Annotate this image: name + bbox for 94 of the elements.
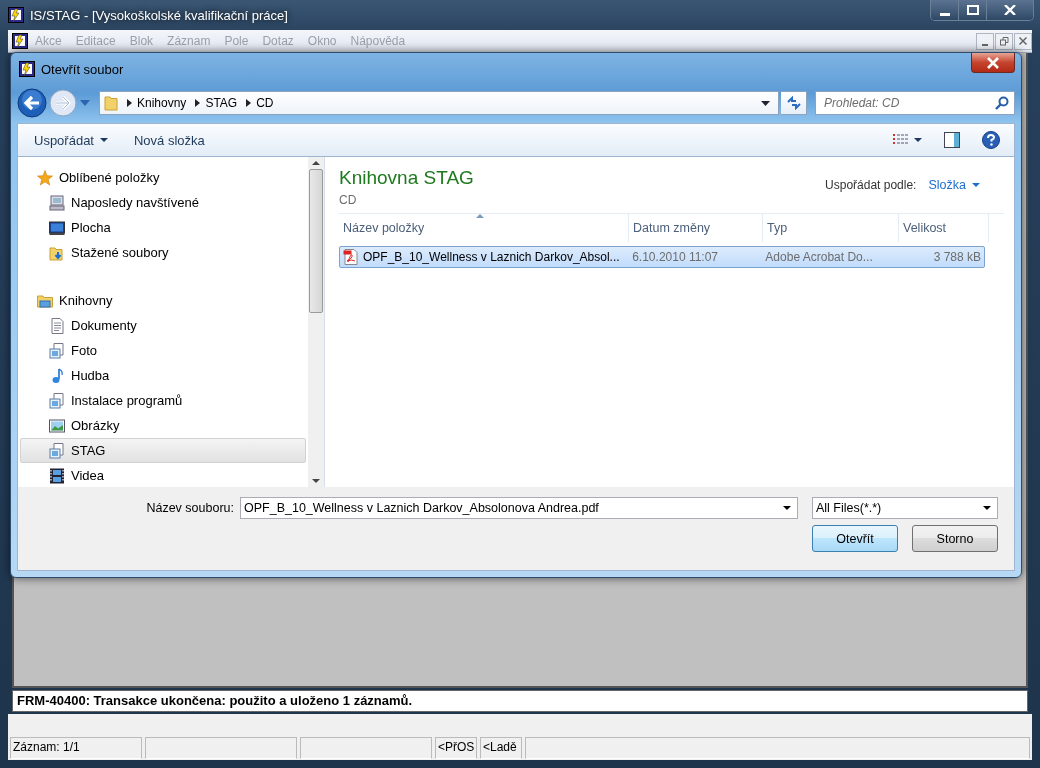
library-document-icon [49, 392, 65, 409]
new-folder-button[interactable]: Nová složka [126, 128, 213, 152]
arrange-dropdown[interactable]: Složka [928, 178, 1004, 192]
form-icon [12, 33, 28, 49]
help-icon [982, 131, 1000, 149]
file-type: Adobe Acrobat Do... [764, 249, 874, 266]
arrange-label: Uspořádat podle: [825, 178, 917, 192]
app-icon [8, 7, 24, 23]
close-icon [1018, 36, 1028, 46]
minimize-icon [982, 43, 988, 46]
dropdown-arrow-icon[interactable] [783, 506, 791, 510]
landscape-image-icon [49, 417, 65, 434]
mdi-restore-button[interactable] [995, 32, 1013, 50]
dropdown-arrow-icon[interactable] [761, 100, 770, 106]
mode-indicator: <PřOS [435, 737, 477, 759]
sort-arrow-icon [476, 214, 484, 218]
tree-item[interactable]: STAG [20, 438, 306, 463]
file-size: 3 788 kB [932, 249, 982, 266]
dialog-button[interactable]: Otevřít [812, 525, 898, 552]
organize-button[interactable]: Uspořádat [26, 128, 116, 152]
tree-item[interactable]: Oblíbené položky [20, 165, 306, 190]
mdi-minimize-button[interactable] [976, 32, 994, 50]
maximize-icon [966, 5, 979, 15]
library-document-icon [49, 442, 65, 459]
pane-icon [944, 132, 960, 148]
close-button[interactable] [987, 0, 1033, 20]
search-field[interactable]: Prohledat: CD [815, 91, 1015, 115]
breadcrumb-item[interactable]: CD [256, 96, 274, 110]
close-icon [1004, 5, 1016, 15]
caret-icon [914, 138, 922, 142]
column-header[interactable]: Název položky [339, 214, 629, 242]
minimize-button[interactable] [931, 0, 959, 20]
address-bar[interactable]: Knihovny STAG CD [99, 91, 779, 115]
column-header[interactable]: Typ [763, 214, 899, 242]
minimize-icon [939, 13, 950, 16]
search-icon[interactable] [995, 96, 1009, 110]
tree-item[interactable]: Stažené soubory [20, 240, 306, 265]
library-document-icon [49, 342, 65, 359]
pdf-file-icon [343, 249, 359, 265]
dialog-icon [19, 61, 35, 77]
tree-item[interactable]: Naposledy navštívené [20, 190, 306, 215]
scroll-up-icon[interactable] [312, 161, 320, 165]
tree-item[interactable]: Obrázky [20, 413, 306, 438]
column-header[interactable]: Datum změny [629, 214, 763, 242]
filename-field[interactable]: OPF_B_10_Wellness v Laznich Darkov_Absolonova Andrea.pdf [240, 497, 798, 519]
close-icon [986, 56, 1000, 69]
refresh-icon [785, 96, 802, 110]
back-button[interactable] [17, 88, 47, 118]
tree-item[interactable]: Foto [20, 338, 306, 363]
monitor-icon [49, 219, 65, 236]
column-header[interactable]: Velikost [899, 214, 989, 242]
tree-item[interactable]: Videa [20, 463, 306, 488]
star-icon [37, 169, 53, 186]
file-name: OPF_B_10_Wellness v Laznich Darkov_Absol... [363, 250, 620, 264]
mdi-close-button[interactable] [1014, 32, 1032, 50]
file-type-dropdown[interactable]: All Files(*.*) [812, 497, 998, 519]
tree-item[interactable]: Knihovny [20, 288, 306, 313]
dialog-button[interactable]: Storno [912, 525, 998, 552]
computer-icon [49, 194, 65, 211]
tree-item[interactable]: Dokumenty [20, 313, 306, 338]
tree-item[interactable]: Hudba [20, 363, 306, 388]
filename-label: Název souboru: [146, 501, 234, 515]
window-title: IS/STAG - [Vysokoškolské kvalifikační práce] [30, 7, 288, 23]
library-folder-icon [37, 292, 53, 309]
film-strip-icon [49, 467, 65, 484]
mode-indicator: <Ladě [480, 737, 522, 759]
folder-icon [104, 95, 118, 111]
breadcrumb-item[interactable]: STAG [205, 96, 238, 110]
caret-icon [100, 138, 108, 142]
dialog-title: Otevřít soubor [41, 61, 124, 77]
document-icon [49, 317, 65, 334]
scroll-down-icon[interactable] [312, 479, 320, 483]
breadcrumb-arrow-icon [246, 99, 252, 107]
file-row[interactable]: OPF_B_10_Wellness v Laznich Darkov_Absol... 6.10.2010 11:07 Adobe Acrobat Do... 3 788 kB [339, 246, 985, 268]
tree-item[interactable]: Plocha [20, 215, 306, 240]
scroll-thumb[interactable] [309, 169, 323, 313]
caret-icon [972, 183, 980, 187]
tree-item[interactable]: Instalace programů [20, 388, 306, 413]
breadcrumb-arrow-icon [195, 99, 201, 107]
library-subtitle: CD [339, 193, 358, 207]
history-dropdown-icon[interactable] [79, 99, 91, 107]
close-button[interactable] [971, 53, 1015, 73]
record-counter: Záznam: 1/1 [10, 737, 142, 759]
maximize-button[interactable] [959, 0, 987, 20]
folder-arrow-icon [49, 244, 65, 261]
list-view-icon [892, 134, 908, 146]
file-date: 6.10.2010 11:07 [631, 249, 720, 266]
status-message: FRM-40400: Transakce ukončena: použito a uloženo 1 záznamů. [12, 690, 1028, 712]
library-title: Knihovna STAG [339, 167, 475, 189]
restore-icon [999, 36, 1009, 46]
breadcrumb-item[interactable]: Knihovny [137, 96, 187, 110]
breadcrumb-arrow-icon [127, 99, 132, 107]
refresh-button[interactable] [781, 91, 807, 115]
dropdown-arrow-icon[interactable] [983, 506, 991, 510]
